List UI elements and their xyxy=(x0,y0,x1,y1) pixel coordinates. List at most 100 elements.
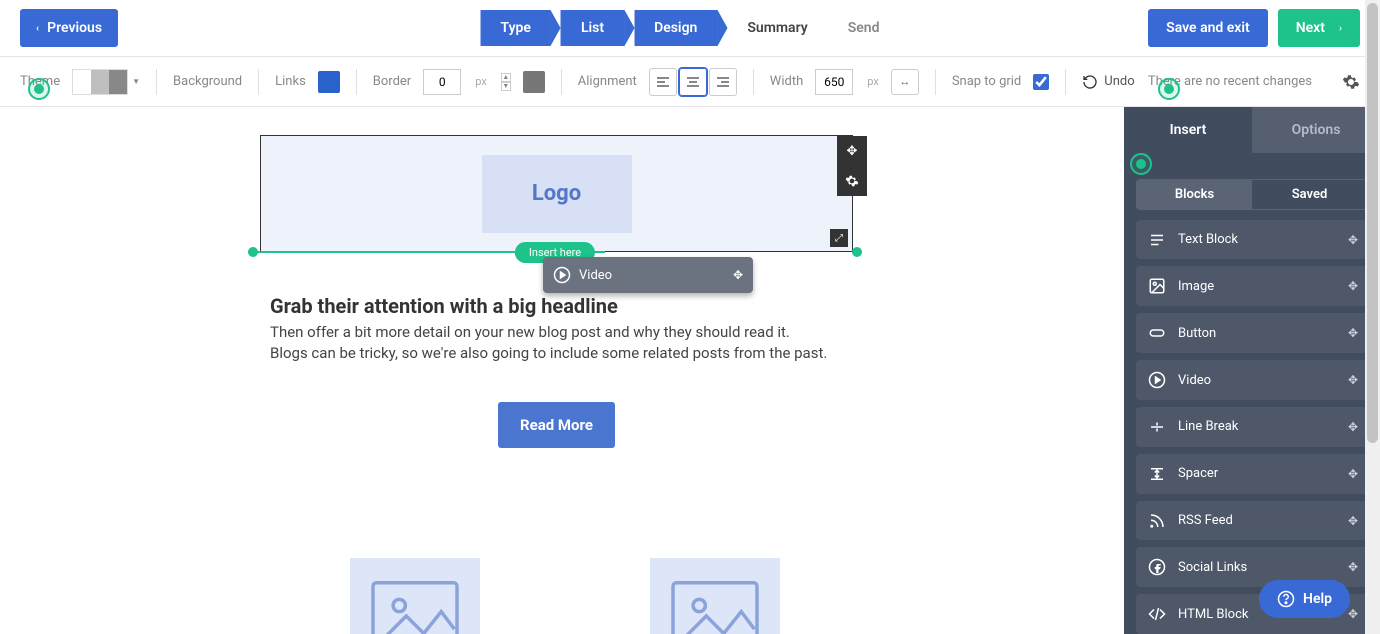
email-canvas[interactable]: Logo ⤢ ✥ Grab their attention with a big… xyxy=(0,107,1124,634)
align-right-button[interactable] xyxy=(709,68,737,96)
drag-icon: ✥ xyxy=(1348,279,1358,293)
block-label: Video xyxy=(1178,373,1211,388)
drag-icon: ✥ xyxy=(1348,560,1358,574)
block-item-text[interactable]: Text Block ✥ xyxy=(1136,220,1368,260)
top-bar: ‹ Previous Type List Design Summary Send… xyxy=(0,0,1380,57)
settings-gear-icon[interactable] xyxy=(1342,73,1360,91)
subtab-blocks[interactable]: Blocks xyxy=(1137,180,1252,209)
image-icon xyxy=(1146,277,1168,295)
block-label: Social Links xyxy=(1178,560,1247,575)
move-block-icon[interactable]: ✥ xyxy=(837,136,867,166)
body-text[interactable]: Then offer a bit more detail on your new… xyxy=(270,322,843,364)
undo-icon xyxy=(1082,74,1098,90)
drag-icon: ✥ xyxy=(1348,514,1358,528)
width-label: Width xyxy=(770,74,803,89)
undo-button[interactable]: Undo xyxy=(1082,74,1134,90)
alignment-label: Alignment xyxy=(578,74,637,89)
image-placeholder[interactable] xyxy=(650,558,780,634)
tab-options[interactable]: Options xyxy=(1252,107,1380,153)
previous-label: Previous xyxy=(47,20,102,36)
headline-text[interactable]: Grab their attention with a big headline xyxy=(270,294,843,318)
drop-handle-icon xyxy=(852,247,862,257)
border-width-input[interactable] xyxy=(423,69,461,95)
drag-icon: ✥ xyxy=(1348,326,1358,340)
background-label[interactable]: Background xyxy=(173,74,242,89)
step-type[interactable]: Type xyxy=(481,10,551,46)
design-toolbar: Theme ▼ Background Links Border px ▲ ▼ A… xyxy=(0,57,1380,107)
step-summary[interactable]: Summary xyxy=(727,10,827,46)
drag-icon: ✥ xyxy=(1348,233,1358,247)
drag-icon: ✥ xyxy=(1348,420,1358,434)
chevron-left-icon: ‹ xyxy=(36,23,39,34)
step-list[interactable]: List xyxy=(561,10,624,46)
align-left-button[interactable] xyxy=(649,68,677,96)
spacer-icon xyxy=(1146,465,1168,483)
blocks-list: Text Block✥Image✥Button✥Video✥Line Break… xyxy=(1124,220,1380,634)
button-icon xyxy=(1146,324,1168,342)
social-icon xyxy=(1146,558,1168,576)
vertical-scrollbar[interactable] xyxy=(1365,0,1380,634)
border-label: Border xyxy=(373,74,411,89)
drag-icon: ✥ xyxy=(1348,373,1358,387)
logo-block[interactable]: Logo ⤢ ✥ xyxy=(260,135,853,252)
block-label: Spacer xyxy=(1178,466,1218,481)
help-icon xyxy=(1277,590,1295,608)
drag-icon: ✥ xyxy=(1348,467,1358,481)
subtab-saved[interactable]: Saved xyxy=(1252,180,1367,209)
block-item-rss[interactable]: RSS Feed ✥ xyxy=(1136,501,1368,541)
block-label: HTML Block xyxy=(1178,607,1249,622)
help-button[interactable]: Help xyxy=(1259,580,1350,618)
border-unit: px xyxy=(475,75,487,88)
theme-swatches[interactable] xyxy=(72,69,128,95)
links-label: Links xyxy=(275,74,306,89)
border-up-icon[interactable]: ▲ xyxy=(501,73,511,82)
tab-insert[interactable]: Insert xyxy=(1124,107,1252,153)
chevron-right-icon: › xyxy=(1339,23,1342,34)
dragging-block-preview[interactable]: Video ✥ xyxy=(543,257,753,293)
save-exit-button[interactable]: Save and exit xyxy=(1148,9,1268,47)
next-button[interactable]: Next› xyxy=(1278,9,1360,47)
step-design[interactable]: Design xyxy=(634,10,717,46)
insert-sidebar: Insert Options Blocks Saved Text Block✥I… xyxy=(1124,107,1380,634)
logo-text: Logo xyxy=(532,181,581,206)
tour-highlight-icon xyxy=(28,78,50,100)
resize-handle-icon[interactable]: ⤢ xyxy=(830,229,848,247)
text-icon xyxy=(1146,231,1168,249)
read-more-button[interactable]: Read More xyxy=(498,402,615,448)
snap-label: Snap to grid xyxy=(952,74,1021,89)
width-unit: px xyxy=(867,75,879,88)
video-icon xyxy=(553,266,571,284)
align-center-button[interactable] xyxy=(679,68,707,96)
block-item-spacer[interactable]: Spacer ✥ xyxy=(1136,454,1368,494)
block-label: Text Block xyxy=(1178,232,1238,247)
drop-handle-icon xyxy=(248,247,258,257)
width-arrows-button[interactable]: ↔ xyxy=(891,69,919,95)
links-color-swatch[interactable] xyxy=(318,71,340,93)
width-input[interactable] xyxy=(815,69,853,95)
line-icon xyxy=(1146,418,1168,436)
block-settings-icon[interactable] xyxy=(837,166,867,196)
previous-button[interactable]: ‹ Previous xyxy=(20,9,118,47)
block-item-video[interactable]: Video ✥ xyxy=(1136,360,1368,400)
scrollbar-thumb[interactable] xyxy=(1367,3,1378,443)
rss-icon xyxy=(1146,512,1168,530)
block-item-line[interactable]: Line Break ✥ xyxy=(1136,407,1368,447)
block-label: Line Break xyxy=(1178,419,1238,434)
block-label: RSS Feed xyxy=(1178,513,1233,528)
snap-to-grid-checkbox[interactable] xyxy=(1033,74,1049,90)
theme-dropdown-icon[interactable]: ▼ xyxy=(132,77,140,86)
image-placeholder[interactable] xyxy=(350,558,480,634)
html-icon xyxy=(1146,605,1168,623)
video-icon xyxy=(1146,371,1168,389)
border-color-swatch[interactable] xyxy=(523,71,545,93)
tour-highlight-icon xyxy=(1130,153,1152,175)
wizard-steps: Type List Design Summary Send xyxy=(481,10,900,46)
block-item-image[interactable]: Image ✥ xyxy=(1136,266,1368,306)
block-item-button[interactable]: Button✥ xyxy=(1136,313,1368,353)
move-icon: ✥ xyxy=(733,268,743,282)
step-send[interactable]: Send xyxy=(828,10,900,46)
border-down-icon[interactable]: ▼ xyxy=(501,82,511,91)
logo-placeholder[interactable]: Logo xyxy=(482,155,632,233)
drag-icon: ✥ xyxy=(1348,607,1358,621)
block-label: Image xyxy=(1178,279,1214,294)
